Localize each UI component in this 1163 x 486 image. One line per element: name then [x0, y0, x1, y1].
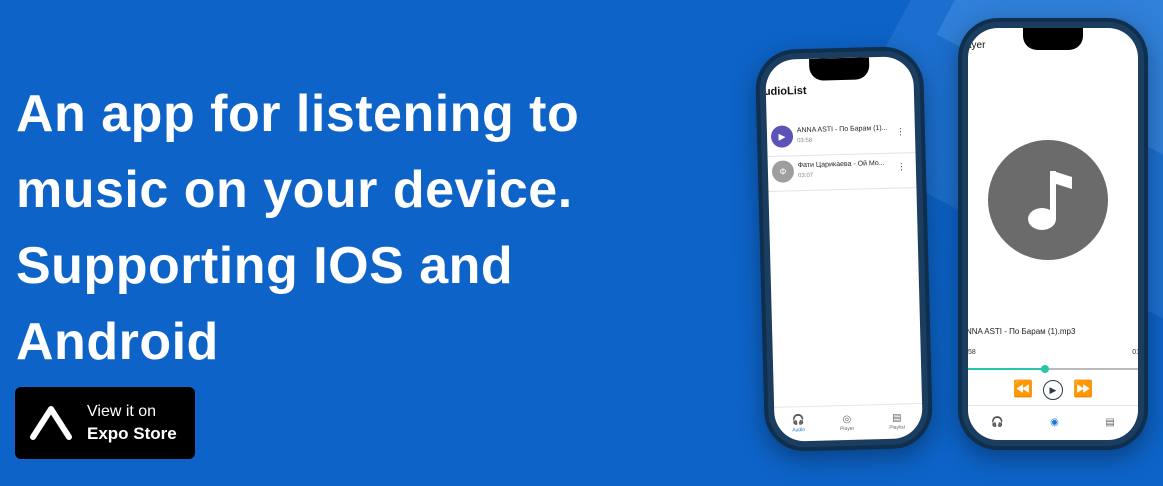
phone-notch: [1023, 28, 1083, 50]
expo-logo-icon: [30, 406, 72, 440]
track-duration: 03:07: [797, 172, 814, 180]
disc-icon: ◉: [1050, 417, 1059, 428]
store-big-label: Expo Store: [87, 424, 177, 443]
track-title: ANNA ASTI - По Барам (1)...: [796, 124, 888, 135]
promo-banner: An app for listening to music on your de…: [0, 0, 1163, 486]
player-controls: ⏪ ▶ ⏩: [968, 380, 1138, 400]
more-icon[interactable]: ⋮: [896, 126, 905, 137]
nav-label: Player: [839, 425, 855, 433]
elapsed-time: 58: [968, 349, 976, 356]
disc-icon: ◎: [842, 413, 852, 426]
more-icon[interactable]: ⋮: [897, 161, 906, 172]
phone-audio-list: udioList ▶ ANNA ASTI - По Барам (1)... 0…: [754, 45, 934, 453]
track-title: Фати Царикаева - Ой Мо...: [797, 159, 885, 170]
seek-fill: [968, 368, 1045, 370]
store-text: View it on Expo Store: [87, 401, 177, 445]
list-item[interactable]: ▶ ANNA ASTI - По Барам (1)... 03:58 ⋮: [766, 118, 916, 157]
nav-label: Playlist: [889, 424, 906, 431]
nav-label: Audio: [792, 427, 806, 434]
nav-audio[interactable]: 🎧 Audio: [792, 415, 805, 433]
track-list: ▶ ANNA ASTI - По Барам (1)... 03:58 ⋮ Ф …: [766, 118, 917, 192]
app-title: ayer: [968, 40, 986, 51]
music-note-icon: [1028, 171, 1072, 230]
headphones-icon: 🎧: [792, 415, 805, 427]
phone-notch: [809, 57, 870, 81]
list-item[interactable]: Ф Фати Царикаева - Ой Мо... 03:07 ⋮: [767, 153, 917, 192]
nav-audio[interactable]: 🎧: [991, 417, 1003, 429]
phone-player: ayer NNA ASTI - По Барам (1).mp3 58 01 ⏪…: [958, 18, 1148, 450]
track-avatar: Ф: [771, 160, 795, 183]
play-button[interactable]: ▶: [1043, 380, 1063, 400]
seek-handle[interactable]: [1040, 365, 1049, 373]
rewind-icon[interactable]: ⏪: [1013, 380, 1033, 400]
total-time: 01: [1132, 349, 1138, 356]
playlist-icon: ▤: [1105, 417, 1115, 428]
track-avatar: ▶: [770, 125, 794, 148]
nav-player[interactable]: ◎ Player: [839, 413, 855, 433]
nav-playlist[interactable]: ▤ Playlist: [889, 412, 906, 431]
album-art: [988, 140, 1108, 260]
phone-screen: ayer NNA ASTI - По Барам (1).mp3 58 01 ⏪…: [968, 28, 1138, 440]
playlist-icon: ▤: [892, 412, 902, 424]
bottom-nav: 🎧 ◉ ▤: [968, 405, 1138, 440]
app-title: udioList: [765, 84, 807, 99]
headline: An app for listening to music on your de…: [16, 85, 580, 371]
store-small-label: View it on: [87, 403, 157, 420]
track-duration: 03:58: [797, 137, 813, 145]
phone-screen: udioList ▶ ANNA ASTI - По Барам (1)... 0…: [765, 56, 923, 442]
bottom-nav: 🎧 Audio ◎ Player ▤ Playlist: [774, 403, 923, 442]
now-playing-title: NNA ASTI - По Барам (1).mp3: [968, 327, 1076, 336]
headphones-icon: 🎧: [991, 417, 1004, 428]
nav-playlist[interactable]: ▤: [1105, 417, 1114, 429]
expo-store-button[interactable]: View it on Expo Store: [15, 387, 195, 459]
fast-forward-icon[interactable]: ⏩: [1073, 380, 1093, 400]
nav-player[interactable]: ◉: [1050, 417, 1059, 429]
seek-bar[interactable]: [968, 365, 1138, 373]
